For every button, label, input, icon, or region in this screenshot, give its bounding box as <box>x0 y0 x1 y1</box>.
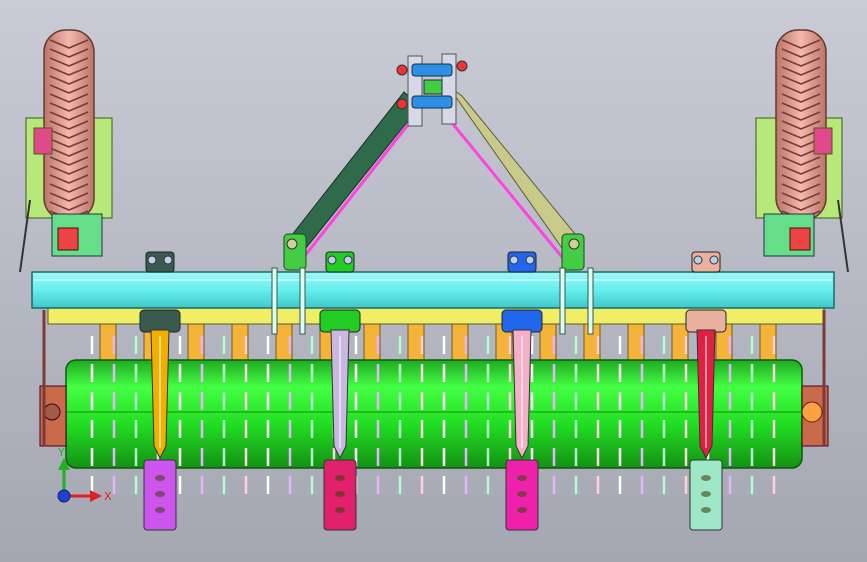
foot-hole <box>517 491 527 497</box>
bracket-bolt <box>709 255 719 265</box>
shank-clamp <box>319 309 361 333</box>
top-link-bolt-left <box>396 64 408 76</box>
shank-clamp <box>139 309 181 333</box>
top-link-spacer <box>423 79 443 95</box>
right-wheel-clamp <box>789 227 811 251</box>
top-link-bolt-right <box>456 60 468 72</box>
shank-clamp <box>501 309 543 333</box>
u-bolt-left-a <box>271 267 278 335</box>
right-wheel-hub <box>813 127 833 155</box>
u-bolt-right-b <box>587 267 594 335</box>
main-beam <box>31 271 835 309</box>
foot-hole <box>701 475 711 481</box>
top-link-pin-upper <box>411 63 453 77</box>
top-link-pin-lower <box>411 95 453 109</box>
bracket-bolt <box>525 255 535 265</box>
foot-hole <box>155 491 165 497</box>
u-bolt-right-a <box>559 267 566 335</box>
bracket-bolt <box>147 255 157 265</box>
foot-hole <box>701 491 711 497</box>
triad-x-label: X <box>104 490 112 503</box>
triad-origin <box>57 489 71 503</box>
bracket-bolt <box>509 255 519 265</box>
u-bolt-left-b <box>299 267 306 335</box>
left-wheel-clamp <box>57 227 79 251</box>
top-link-bolt-left-2 <box>396 98 408 110</box>
foot-hole <box>155 475 165 481</box>
foot-hole <box>335 507 345 513</box>
foot-hole <box>701 507 711 513</box>
foot-hole <box>335 475 345 481</box>
foot-hole <box>517 475 527 481</box>
hitch-pin-left <box>286 238 298 250</box>
roller-left-hub <box>43 403 61 421</box>
bracket-bolt <box>343 255 353 265</box>
foot-hole <box>155 507 165 513</box>
cad-scene: X Y <box>0 0 867 562</box>
roller-right-hub <box>801 401 823 423</box>
shank-clamp <box>685 309 727 333</box>
cad-viewport[interactable]: X Y <box>0 0 867 562</box>
foot-hole <box>517 507 527 513</box>
bracket-bolt <box>693 255 703 265</box>
left-wheel-hub <box>33 127 53 155</box>
triad-y-label: Y <box>57 446 65 459</box>
bracket-bolt <box>327 255 337 265</box>
foot-hole <box>335 491 345 497</box>
hitch-pin-right <box>568 238 580 250</box>
roller-drum <box>65 359 803 469</box>
bracket-bolt <box>163 255 173 265</box>
